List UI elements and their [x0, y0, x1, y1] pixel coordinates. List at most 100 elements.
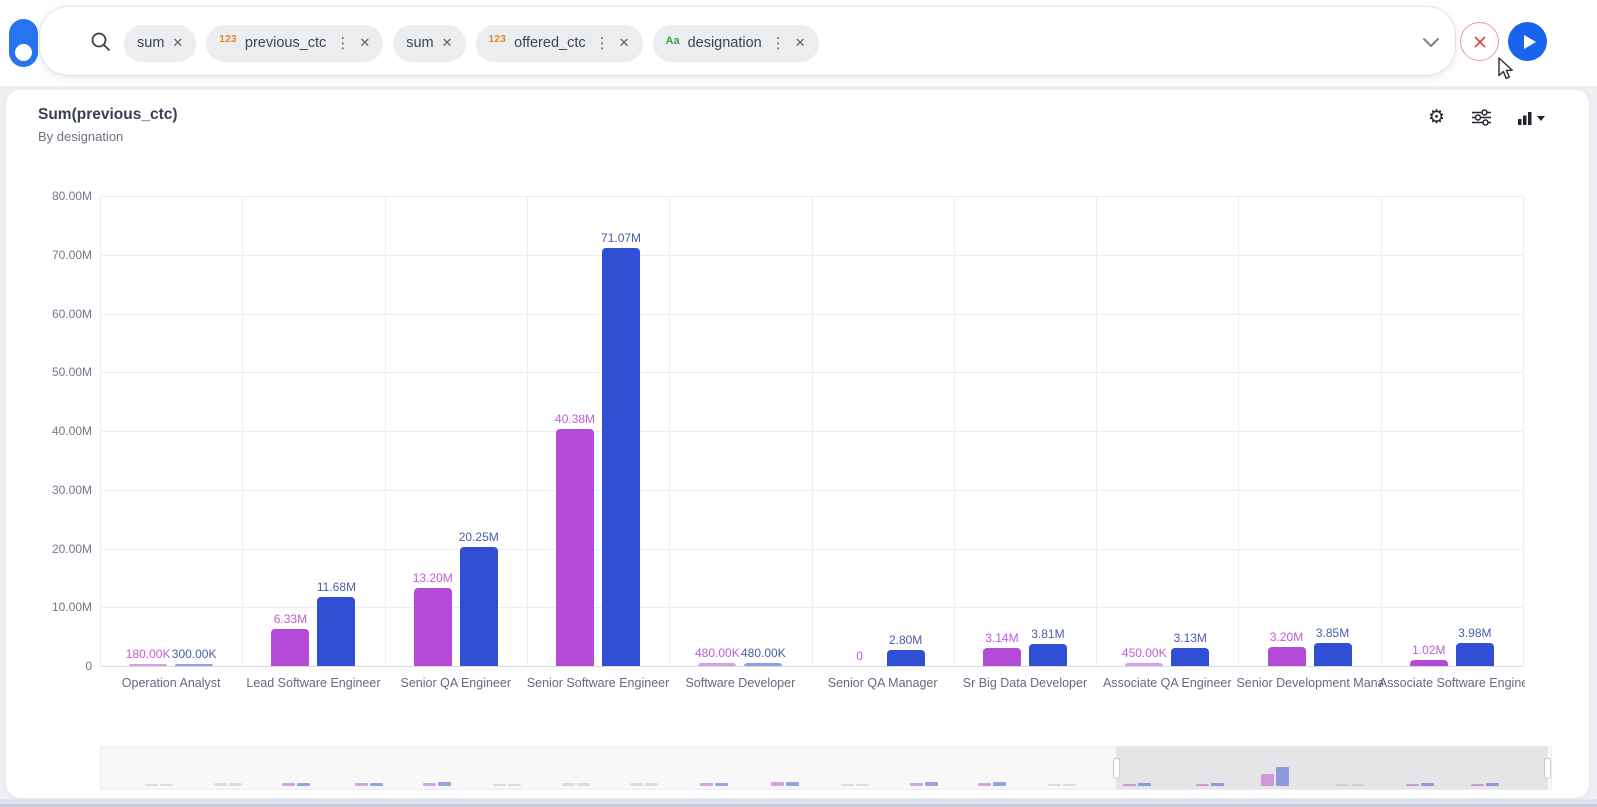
token-remove-icon[interactable]: ✕	[359, 36, 370, 51]
x-axis-category-label: Lead Software Engineer	[240, 676, 386, 690]
play-icon	[1524, 35, 1536, 49]
gridline	[1523, 196, 1524, 666]
token-label: designation	[688, 35, 762, 51]
chart-bar[interactable]	[1171, 648, 1209, 666]
bar-value-label: 3.98M	[1429, 626, 1521, 640]
navigator-mini-bar	[1196, 784, 1209, 786]
navigator-mini-bar	[1336, 784, 1349, 786]
y-axis-tick-label: 20.00M	[22, 542, 92, 556]
topbar: sum✕123previous_ctc⋮✕sum✕123offered_ctc⋮…	[0, 0, 1597, 86]
search-token[interactable]: 123previous_ctc⋮✕	[206, 25, 383, 62]
navigator-mini-bar	[370, 783, 383, 786]
token-remove-icon[interactable]: ✕	[619, 36, 630, 51]
navigator-mini-bar	[1063, 784, 1076, 786]
navigator-mini-bar	[282, 783, 295, 786]
navigator-mini-bar	[355, 783, 368, 786]
number-type-icon: 123	[219, 35, 237, 45]
search-token[interactable]: sum ✕	[393, 25, 465, 62]
token-remove-icon[interactable]: ✕	[172, 36, 183, 51]
navigator-mini-bar	[438, 782, 451, 786]
chart-bar[interactable]	[1125, 663, 1163, 666]
x-axis-category-label: Associate QA Engineer	[1094, 676, 1240, 690]
y-axis-tick-label: 30.00M	[22, 483, 92, 497]
token-menu-icon[interactable]: ⋮	[334, 34, 351, 52]
navigator-mini-bar	[1486, 783, 1499, 786]
chart-bar[interactable]	[602, 248, 640, 666]
range-navigator[interactable]	[100, 746, 1552, 790]
chart-bar[interactable]	[1410, 660, 1448, 666]
gridline	[527, 196, 528, 666]
chart-bar[interactable]	[317, 597, 355, 666]
app-logo[interactable]	[9, 19, 38, 67]
gridline	[954, 196, 955, 666]
x-axis-category-label: Operation Analyst	[98, 676, 244, 690]
gridline	[1238, 196, 1239, 666]
chart-bar[interactable]	[175, 664, 213, 667]
navigator-mini-bar	[1211, 783, 1224, 786]
x-axis-category-label: Associate Software Engine.	[1379, 676, 1525, 690]
app-logo-dot	[15, 44, 32, 61]
y-axis-tick-label: 10.00M	[22, 600, 92, 614]
navigator-right-handle[interactable]	[1544, 758, 1551, 779]
chart-bar[interactable]	[1314, 643, 1352, 666]
bar-value-label: 480.00K	[717, 646, 809, 660]
chart-bar[interactable]	[556, 429, 594, 666]
search-token[interactable]: 123offered_ctc⋮✕	[476, 25, 643, 62]
bar-value-label: 300.00K	[148, 647, 240, 661]
navigator-mini-bar	[993, 782, 1006, 786]
search-token-row: sum✕123previous_ctc⋮✕sum✕123offered_ctc⋮…	[124, 24, 819, 62]
y-axis-tick-label: 50.00M	[22, 365, 92, 379]
number-type-icon: 123	[489, 35, 507, 45]
navigator-mini-bar	[771, 782, 784, 786]
chart-bar[interactable]	[1029, 644, 1067, 666]
x-axis-category-label: Sr Big Data Developer	[952, 676, 1098, 690]
chart-bar[interactable]	[1268, 647, 1306, 666]
chart-bar[interactable]	[1456, 643, 1494, 666]
plot-area: 80.00M70.00M60.00M50.00M40.00M30.00M20.0…	[6, 90, 1589, 798]
chart-bar[interactable]	[698, 663, 736, 666]
navigator-mini-bar	[1261, 774, 1274, 786]
bar-value-label: 3.13M	[1144, 631, 1236, 645]
chart-bar[interactable]	[129, 664, 167, 667]
navigator-left-handle[interactable]	[1113, 758, 1120, 779]
chart-bar[interactable]	[460, 547, 498, 666]
token-remove-icon[interactable]: ✕	[442, 36, 453, 51]
gridline	[669, 196, 670, 666]
search-token[interactable]: sum✕	[124, 25, 196, 62]
x-axis-category-label: Senior Development Mana.	[1237, 676, 1383, 690]
navigator-mini-bar	[493, 784, 506, 786]
bar-value-label: 3.85M	[1287, 626, 1379, 640]
chart-bar[interactable]	[887, 650, 925, 666]
chart-bar[interactable]	[414, 588, 452, 666]
chevron-down-icon[interactable]	[1422, 37, 1440, 48]
mouse-cursor	[1494, 56, 1516, 81]
gridline	[812, 196, 813, 666]
search-token[interactable]: Aa designation ⋮ ✕	[653, 25, 819, 62]
chart-bar[interactable]	[271, 629, 309, 666]
navigator-mini-bar	[978, 783, 991, 786]
token-remove-icon[interactable]: ✕	[795, 36, 806, 51]
chart-bar[interactable]	[983, 648, 1021, 666]
token-menu-icon[interactable]: ⋮	[594, 34, 611, 52]
close-icon	[1472, 34, 1488, 50]
search-bar[interactable]: sum✕123previous_ctc⋮✕sum✕123offered_ctc⋮…	[40, 7, 1455, 75]
navigator-mini-bar	[508, 784, 521, 786]
navigator-mini-bar	[1421, 783, 1434, 786]
navigator-mini-bar	[1471, 784, 1484, 786]
navigator-mini-bar	[841, 784, 854, 786]
navigator-mini-bar	[645, 783, 658, 786]
token-menu-icon[interactable]: ⋮	[770, 34, 787, 52]
text-type-icon: Aa	[666, 36, 680, 47]
navigator-mini-bar	[910, 783, 923, 786]
chart-bar[interactable]	[744, 663, 782, 666]
gridline	[1381, 196, 1382, 666]
token-label: sum	[406, 35, 433, 51]
chart-card: Sum(previous_ctc) By designation ⚙	[6, 90, 1589, 798]
y-axis-tick-label: 70.00M	[22, 248, 92, 262]
navigator-mini-bar	[630, 783, 643, 786]
navigator-mini-bar	[715, 783, 728, 786]
bar-value-label: 3.81M	[1002, 627, 1094, 641]
navigator-mini-bar	[925, 782, 938, 786]
y-axis-tick-label: 40.00M	[22, 424, 92, 438]
navigator-selected-window[interactable]	[1116, 747, 1548, 789]
